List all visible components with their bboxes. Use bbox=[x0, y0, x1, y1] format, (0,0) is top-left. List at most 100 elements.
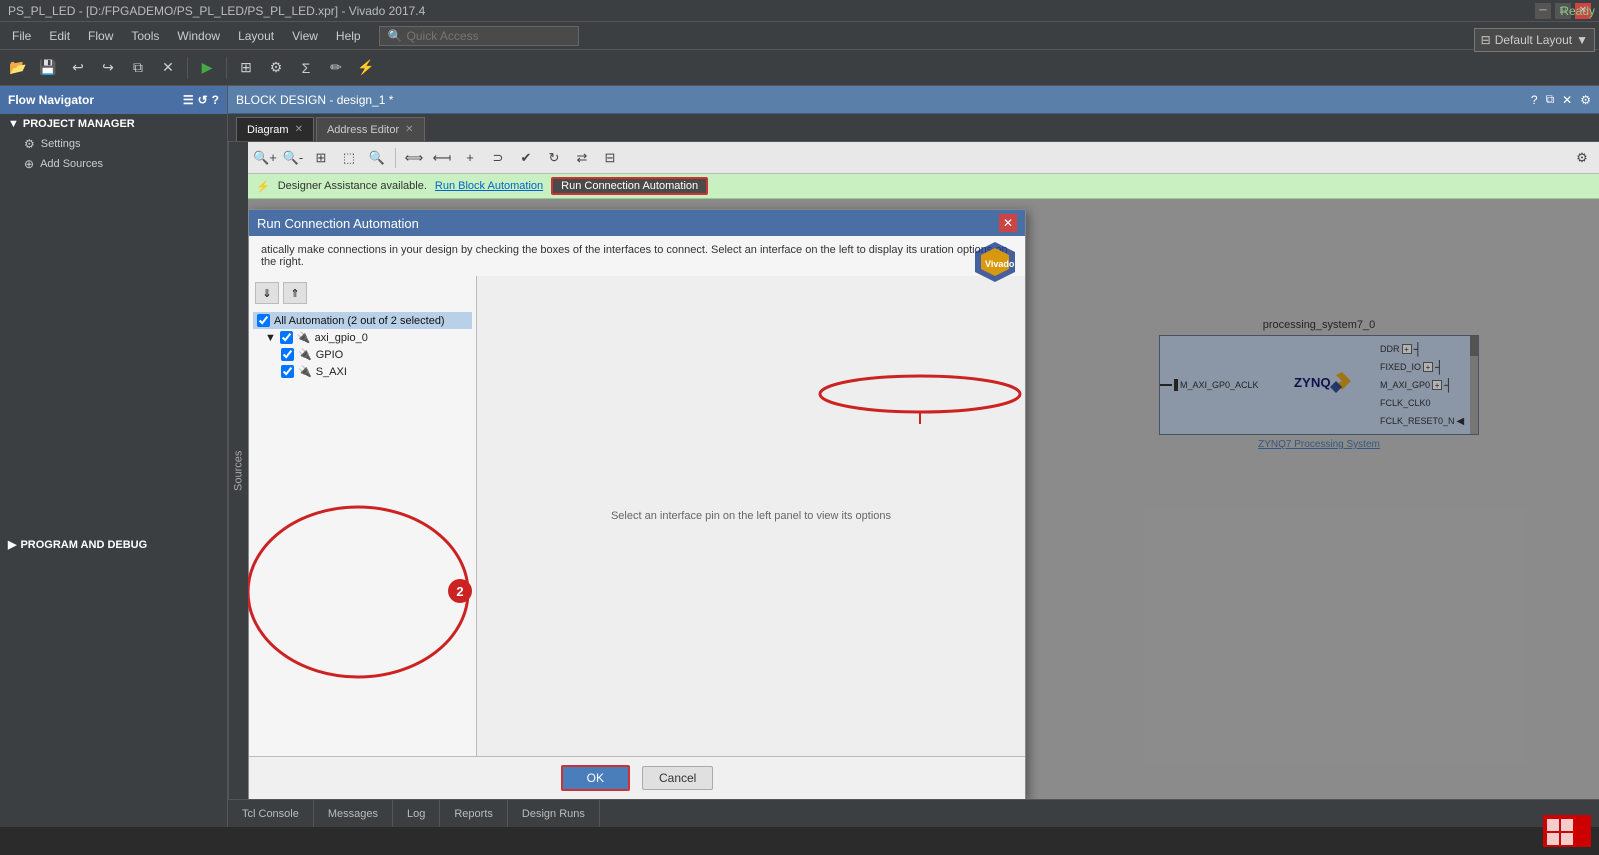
layout-dropdown[interactable]: ⊟ Default Layout ▼ bbox=[1474, 28, 1595, 52]
bottom-tab-log-label: Log bbox=[407, 808, 425, 820]
bottom-tab-tcl[interactable]: Tcl Console bbox=[228, 800, 314, 827]
menu-help[interactable]: Help bbox=[328, 27, 369, 45]
search-diag-button[interactable]: 🔍 bbox=[364, 145, 390, 171]
tree-saxi-checkbox[interactable] bbox=[281, 365, 294, 378]
layout-area: ⊟ Default Layout ▼ bbox=[1474, 28, 1595, 52]
quick-access-bar[interactable]: 🔍 bbox=[379, 26, 579, 46]
bp-button[interactable]: ⊞ bbox=[232, 54, 260, 82]
menu-layout[interactable]: Layout bbox=[230, 27, 282, 45]
connection-automation-dialog: Run Connection Automation ✕ Vivado bbox=[248, 209, 1026, 799]
bd-close-icon[interactable]: ✕ bbox=[1562, 93, 1572, 107]
expand-all-button[interactable]: ⇓ bbox=[255, 282, 279, 304]
align-h-button[interactable]: ⟺ bbox=[401, 145, 427, 171]
flow-navigator-title: Flow Navigator bbox=[8, 93, 94, 107]
nav-collapse-icon[interactable]: ☰ bbox=[183, 93, 194, 107]
fit-button[interactable]: ⊞ bbox=[308, 145, 334, 171]
sources-panel[interactable]: Sources bbox=[228, 142, 248, 799]
menu-edit[interactable]: Edit bbox=[41, 27, 78, 45]
undo-button[interactable]: ↩ bbox=[64, 54, 92, 82]
run-sim-button[interactable]: ▶ bbox=[193, 54, 221, 82]
nav-help-icon[interactable]: ? bbox=[212, 93, 219, 107]
layout-dropdown-label: Default Layout bbox=[1495, 33, 1572, 47]
sigma-button[interactable]: Σ bbox=[292, 54, 320, 82]
bottom-tab-log[interactable]: Log bbox=[393, 800, 440, 827]
main-layout: Flow Navigator ☰ ↺ ? ▼ PROJECT MANAGER S… bbox=[0, 86, 1599, 827]
zoom-out-button[interactable]: 🔍- bbox=[280, 145, 306, 171]
delete-button[interactable]: ✕ bbox=[154, 54, 182, 82]
route-button[interactable]: ⇄ bbox=[569, 145, 595, 171]
redo-button[interactable]: ↪ bbox=[94, 54, 122, 82]
layout-button[interactable]: ⊟ bbox=[597, 145, 623, 171]
menu-flow[interactable]: Flow bbox=[80, 27, 121, 45]
cancel-button[interactable]: Cancel bbox=[642, 766, 713, 790]
nav-item-settings[interactable]: Settings bbox=[0, 134, 227, 154]
bottom-tab-design-runs[interactable]: Design Runs bbox=[508, 800, 600, 827]
add-ip-button[interactable]: + bbox=[457, 145, 483, 171]
validate-button[interactable]: ✔ bbox=[513, 145, 539, 171]
copy-button[interactable]: ⧉ bbox=[124, 54, 152, 82]
settings-icon bbox=[24, 137, 35, 151]
main-toolbar: 📂 💾 ↩ ↪ ⧉ ✕ ▶ ⊞ ⚙ Σ ✏ ⚡ bbox=[0, 50, 1599, 86]
nav-section-project-header[interactable]: ▼ PROJECT MANAGER bbox=[0, 114, 227, 134]
block-design-canvas[interactable]: processing_system7_0 M_AXI_GP0_ACLK bbox=[248, 199, 1599, 799]
bd-help-icon[interactable]: ? bbox=[1531, 93, 1538, 107]
tab-diagram-label: Diagram bbox=[247, 124, 289, 136]
dialog-footer: OK Cancel bbox=[249, 756, 1025, 799]
tab-diagram[interactable]: Diagram ✕ bbox=[236, 117, 314, 141]
nav-section-debug: ▶ PROGRAM AND DEBUG bbox=[0, 534, 227, 555]
ok-button[interactable]: OK bbox=[561, 765, 630, 791]
nav-restore-icon[interactable]: ↺ bbox=[198, 93, 208, 107]
minimize-button[interactable]: ─ bbox=[1535, 3, 1551, 19]
diag-settings-button[interactable]: ⚙ bbox=[1569, 145, 1595, 171]
tab-address-label: Address Editor bbox=[327, 124, 399, 136]
bd-float-icon[interactable]: ⧉ bbox=[1546, 92, 1555, 107]
save-button[interactable]: 💾 bbox=[34, 54, 62, 82]
dialog-close-button[interactable]: ✕ bbox=[999, 214, 1017, 232]
menu-file[interactable]: File bbox=[4, 27, 39, 45]
tree-root-all-automation[interactable]: All Automation (2 out of 2 selected) bbox=[253, 312, 472, 329]
run-block-automation-link[interactable]: Run Block Automation bbox=[435, 180, 543, 192]
nav-section-debug-header[interactable]: ▶ PROGRAM AND DEBUG bbox=[0, 534, 227, 555]
tab-diagram-close[interactable]: ✕ bbox=[295, 124, 303, 135]
nav-settings-label: Settings bbox=[41, 138, 81, 150]
nav-project-title: PROJECT MANAGER bbox=[23, 118, 135, 130]
tree-root-checkbox[interactable] bbox=[257, 314, 270, 327]
zoom-in-button[interactable]: 🔍+ bbox=[252, 145, 278, 171]
edit-btn[interactable]: ✏ bbox=[322, 54, 350, 82]
select-button[interactable]: ⬚ bbox=[336, 145, 362, 171]
bd-settings-icon[interactable]: ⚙ bbox=[1580, 93, 1591, 107]
tree-item-axi-gpio[interactable]: ▼ 🔌 axi_gpio_0 bbox=[253, 329, 472, 346]
run-connection-automation-button[interactable]: Run Connection Automation bbox=[551, 177, 708, 195]
diagram-area: 🔍+ 🔍- ⊞ ⬚ 🔍 ⟺ ⟻ + ⊃ ✔ ↻ ⇄ ⊟ ⚙ bbox=[248, 142, 1599, 799]
dialog-left-toolbar: ⇓ ⇑ bbox=[253, 280, 472, 306]
dialog-description: atically make connections in your design… bbox=[261, 244, 1008, 268]
tab-address-editor[interactable]: Address Editor ✕ bbox=[316, 117, 425, 141]
settings2-button[interactable]: ⚙ bbox=[262, 54, 290, 82]
nav-section-project: ▼ PROJECT MANAGER Settings ⊕ Add Sources bbox=[0, 114, 227, 174]
collapse-all-button[interactable]: ⇑ bbox=[283, 282, 307, 304]
tree-gpio-checkbox[interactable] bbox=[281, 348, 294, 361]
toolbar-separator-1 bbox=[187, 57, 188, 79]
compile-btn[interactable]: ⚡ bbox=[352, 54, 380, 82]
tab-bar: Diagram ✕ Address Editor ✕ bbox=[228, 114, 1599, 142]
nav-item-add-sources[interactable]: ⊕ Add Sources bbox=[0, 154, 227, 174]
align-v-button[interactable]: ⟻ bbox=[429, 145, 455, 171]
bottom-tab-reports[interactable]: Reports bbox=[440, 800, 508, 827]
menu-view[interactable]: View bbox=[284, 27, 326, 45]
menu-window[interactable]: Window bbox=[169, 27, 228, 45]
connect-button[interactable]: ⊃ bbox=[485, 145, 511, 171]
chevron-right-icon: ▶ bbox=[8, 538, 16, 551]
tree-sub-saxi[interactable]: 🔌 S_AXI bbox=[253, 363, 472, 380]
tab-address-close[interactable]: ✕ bbox=[405, 124, 413, 135]
refresh-button[interactable]: ↻ bbox=[541, 145, 567, 171]
tree-gpio-label: GPIO bbox=[316, 349, 344, 361]
tree-sub-gpio[interactable]: 🔌 GPIO bbox=[253, 346, 472, 363]
dialog-body: atically make connections in your design… bbox=[249, 236, 1025, 276]
chip-icon: 🔌 bbox=[297, 331, 311, 344]
menu-tools[interactable]: Tools bbox=[123, 27, 167, 45]
tree-item-checkbox[interactable] bbox=[280, 331, 293, 344]
quick-access-input[interactable] bbox=[407, 29, 567, 43]
open-button[interactable]: 📂 bbox=[4, 54, 32, 82]
block-design-controls: ? ⧉ ✕ ⚙ bbox=[1531, 92, 1591, 107]
bottom-tab-messages[interactable]: Messages bbox=[314, 800, 393, 827]
